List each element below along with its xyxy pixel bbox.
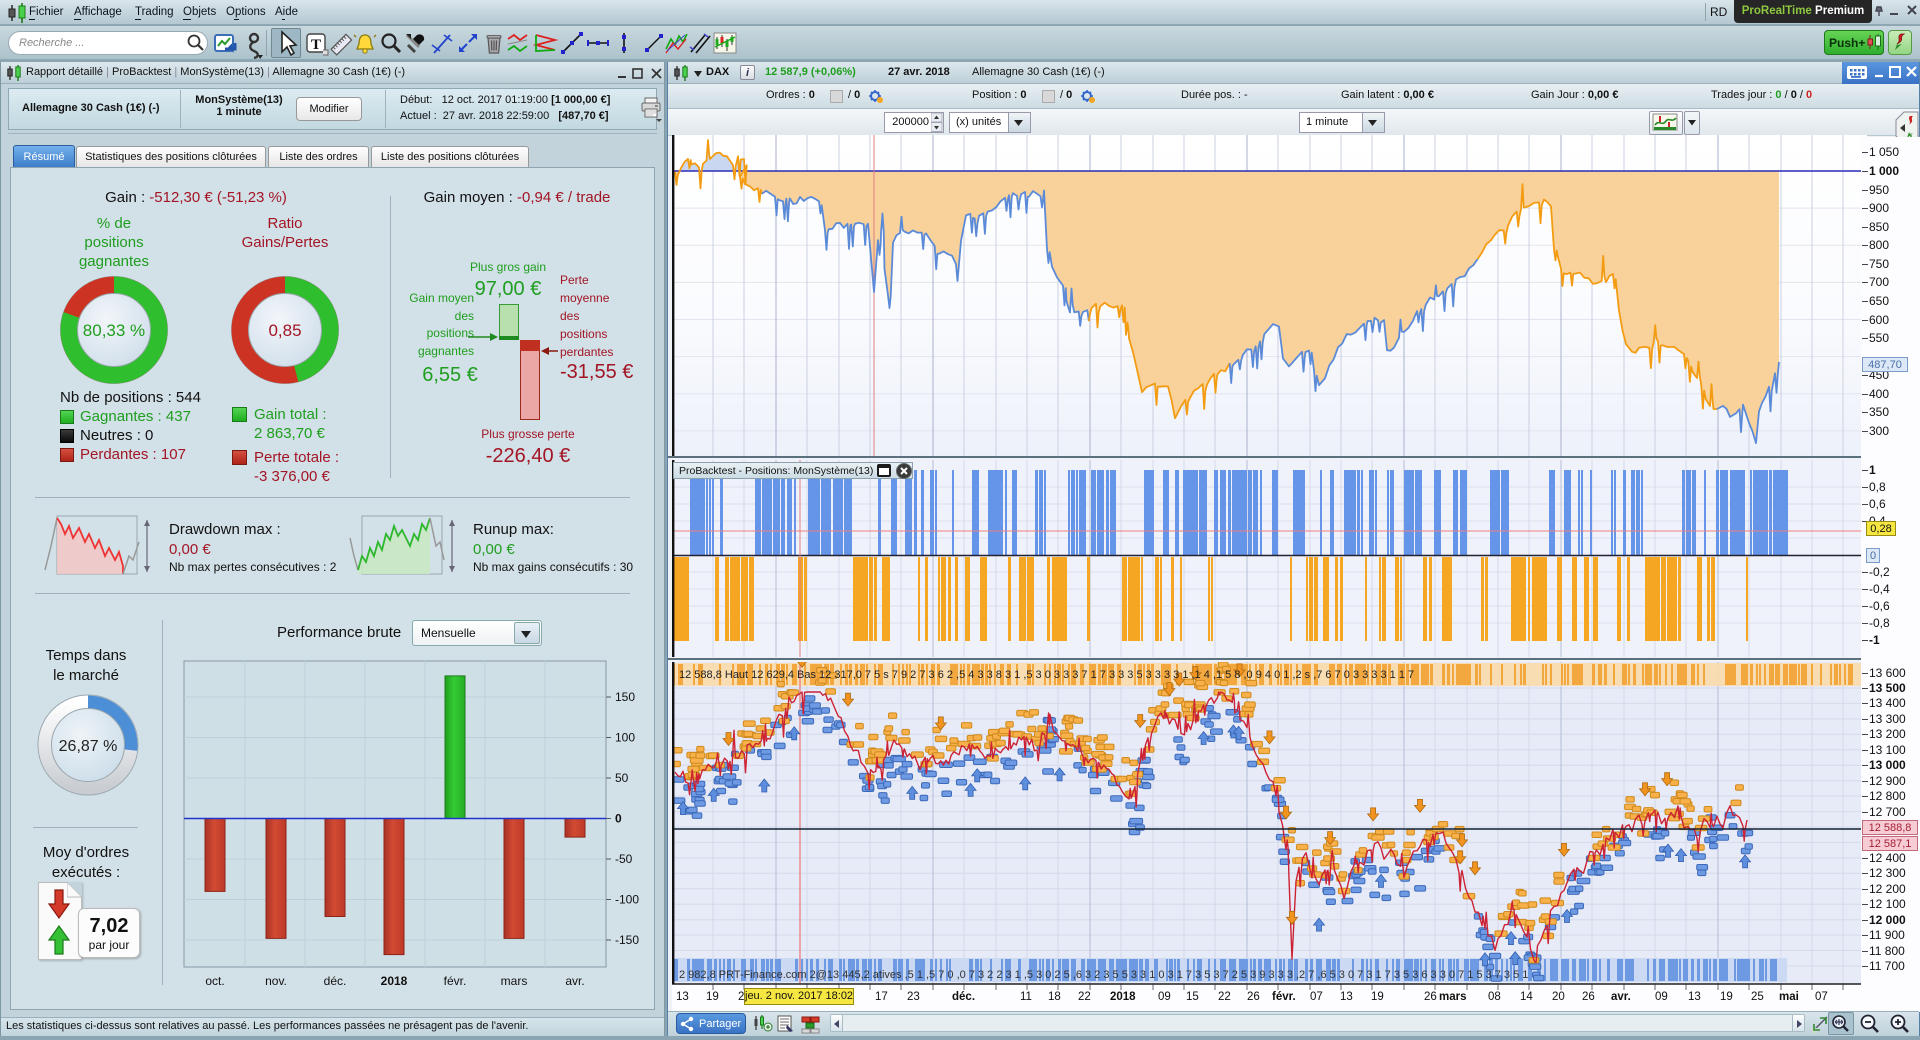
svg-text:26,87 %: 26,87 % — [59, 738, 118, 755]
svg-text:100: 100 — [615, 731, 635, 745]
svg-text:80,33 %: 80,33 % — [83, 321, 145, 340]
svg-text:0,85: 0,85 — [268, 321, 301, 340]
svg-text:févr.: févr. — [444, 974, 467, 985]
svg-text:mars: mars — [501, 974, 528, 985]
svg-text:nov.: nov. — [265, 974, 287, 985]
svg-text:2 982,8 PRT-Finance.com 2@13 4: 2 982,8 PRT-Finance.com 2@13 445,2 ative… — [679, 969, 1528, 981]
svg-text:T: T — [311, 37, 321, 53]
svg-text:oct.: oct. — [205, 974, 224, 985]
svg-text:-100: -100 — [615, 893, 639, 907]
svg-text:-50: -50 — [615, 852, 633, 866]
svg-text:12 588,8 Haut 12 629,4 Bas 12: 12 588,8 Haut 12 629,4 Bas 12 317,0 7 5 … — [679, 669, 1414, 681]
svg-text:déc.: déc. — [324, 974, 347, 985]
svg-text:2018: 2018 — [381, 974, 408, 985]
svg-text:-150: -150 — [615, 933, 639, 947]
svg-text:avr.: avr. — [565, 974, 584, 985]
svg-text:0: 0 — [615, 812, 622, 826]
svg-text:150: 150 — [615, 690, 635, 704]
svg-text:50: 50 — [615, 771, 629, 785]
